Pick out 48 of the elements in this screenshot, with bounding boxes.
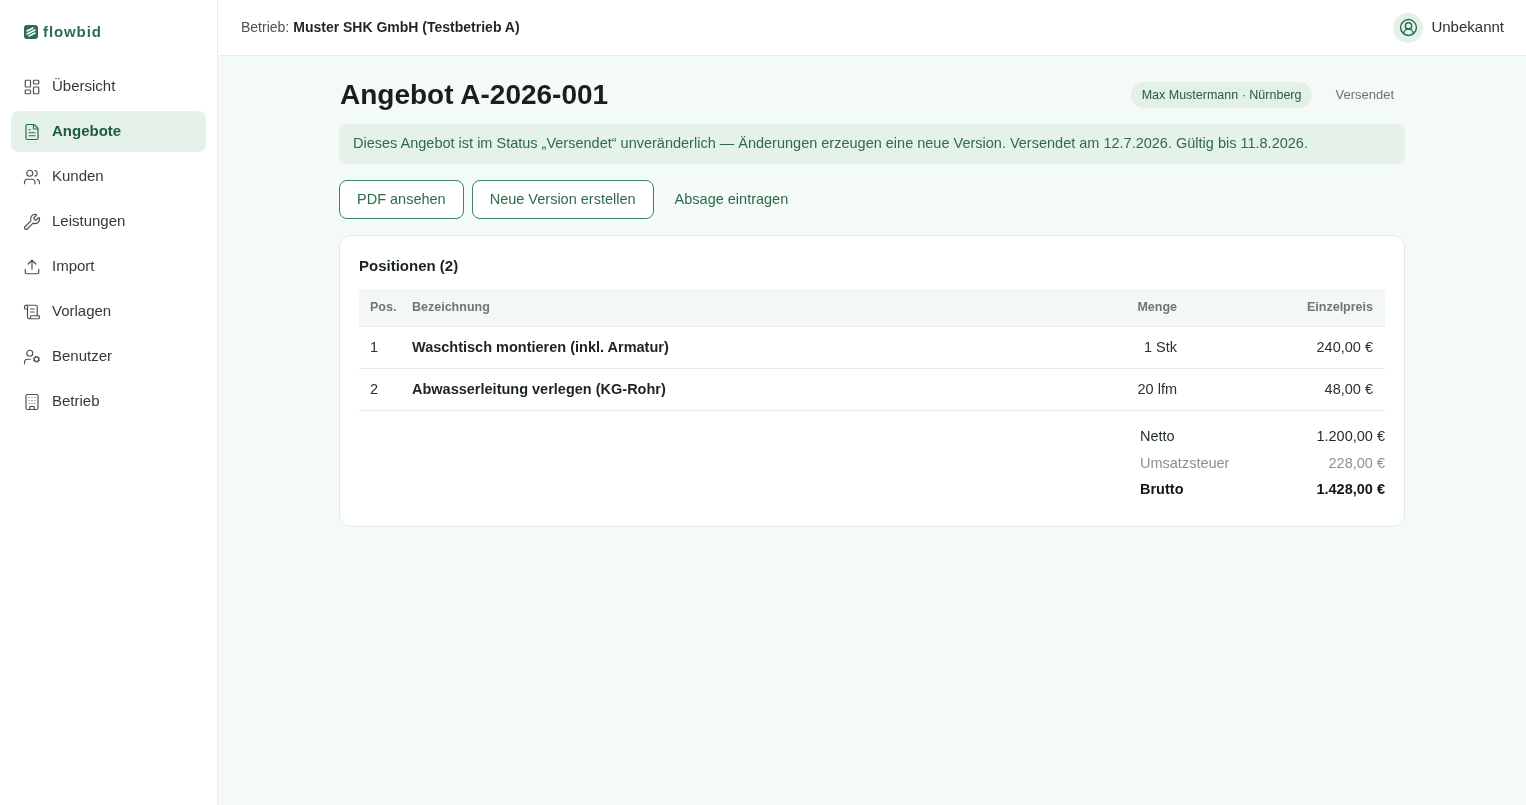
sidebar-item[interactable]: Angebote <box>11 111 206 152</box>
table-cell-text: 2 <box>369 379 380 399</box>
customer-tag: Max Mustermann · Nürnberg <box>1130 81 1313 109</box>
column-header: Bezeichnung <box>412 299 491 317</box>
dashboard-icon <box>23 77 41 96</box>
total-value: 1.428,00 € <box>1316 480 1385 500</box>
table-cell-text: 20 lfm <box>1136 379 1178 399</box>
sidebar-item[interactable]: Benutzer <box>11 336 206 377</box>
sidebar-item[interactable]: Import <box>11 246 206 287</box>
column-header: Einzelpreis <box>1306 299 1374 317</box>
total-label: Umsatzsteuer <box>1140 453 1230 473</box>
table-cell-text: 240,00 € <box>1315 337 1374 357</box>
document-icon <box>23 122 41 141</box>
user-name[interactable]: Unbekannt <box>1431 16 1504 39</box>
column-header: Menge <box>1136 299 1178 317</box>
table-cell-text: Waschtisch montieren (inkl. Armatur) <box>412 337 670 357</box>
scroll-icon <box>23 302 41 321</box>
table-cell-text: 1 Stk <box>1142 337 1178 357</box>
sidebar-item[interactable]: Leistungen <box>11 201 206 242</box>
building-icon <box>23 392 41 411</box>
page-title: Angebot A-2026-001 <box>339 78 609 112</box>
table-cell-text: Abwasserleitung verlegen (KG-Rohr) <box>412 379 667 399</box>
card-title: Positionen (2) <box>359 256 460 276</box>
business-name: Muster SHK GmbH (Testbetrieb A) <box>293 18 520 37</box>
total-value: 1.200,00 € <box>1316 427 1385 447</box>
column-header: Pos. <box>369 299 398 317</box>
sidebar-item[interactable]: Vorlagen <box>11 291 206 332</box>
avatar-icon[interactable] <box>1393 12 1424 43</box>
total-label: Netto <box>1140 427 1175 447</box>
wrench-icon <box>23 212 41 231</box>
sidebar-item[interactable]: Kunden <box>11 156 206 197</box>
logo-icon <box>24 25 38 39</box>
table-cell-text: 48,00 € <box>1323 379 1374 399</box>
user-settings-icon <box>23 347 41 366</box>
upload-icon <box>23 257 41 276</box>
table-cell-text: 1 <box>369 337 380 357</box>
status-label: Versendet <box>1334 86 1395 105</box>
action-button[interactable]: Neue Version erstellen <box>471 180 654 219</box>
action-button[interactable]: Absage eintragen <box>661 180 802 219</box>
business-label: Betrieb: <box>241 18 290 37</box>
total-value: 228,00 € <box>1328 453 1385 473</box>
logo-text: flowbid <box>43 21 102 42</box>
info-notice: Dieses Angebot ist im Status „Versendet“ unveränderlich — Änderungen erzeugen eine neue Version. Versendet am 12.7.2026. Gültig bis 11.8.2026. <box>339 124 1405 164</box>
sidebar-item[interactable]: Übersicht <box>11 66 206 107</box>
users-icon <box>23 167 41 186</box>
total-label: Brutto <box>1140 480 1184 500</box>
sidebar-item[interactable]: Betrieb <box>11 381 206 422</box>
action-button[interactable]: PDF ansehen <box>339 180 464 219</box>
